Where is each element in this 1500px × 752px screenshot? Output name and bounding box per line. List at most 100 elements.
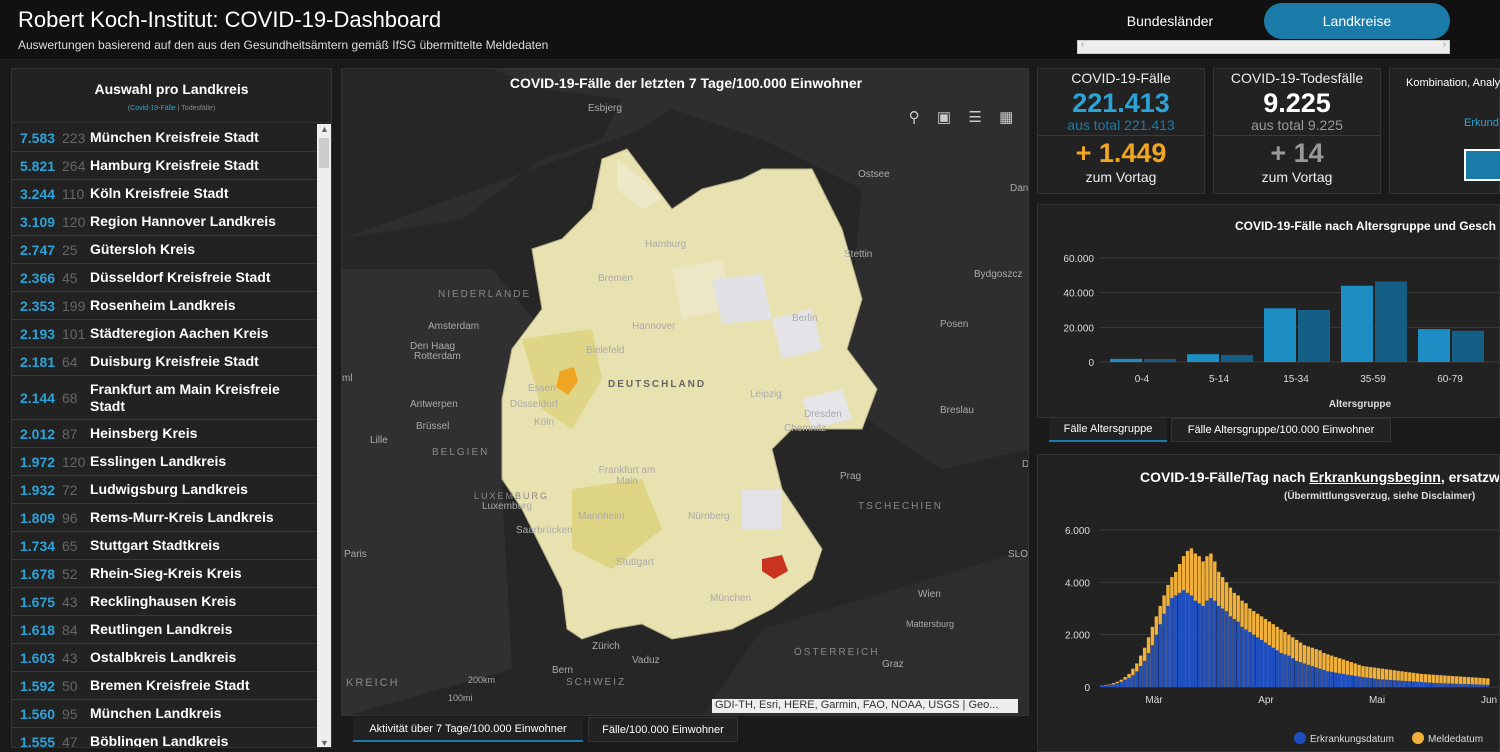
scroll-up-icon[interactable]: ▲ <box>320 124 329 134</box>
list-item-deaths: 45 <box>62 269 78 286</box>
list-item[interactable]: 2.181 64 Duisburg Kreisfreie Stadt <box>12 348 317 376</box>
list-item[interactable]: 2.144 68 Frankfurt am Main Kreisfreie Stad… <box>12 376 317 420</box>
map-scale-mi: 100mi <box>448 693 473 703</box>
horizontal-scrollbar[interactable]: ‹ › <box>1077 39 1450 54</box>
search-icon[interactable]: ⚲ <box>909 108 920 126</box>
list-item-cases: 5.821 <box>20 157 56 174</box>
list-item-deaths: 52 <box>62 565 78 582</box>
bar-erkrankungsdatum <box>1162 613 1166 687</box>
list-item[interactable]: 1.555 47 Böblingen Landkreis <box>12 728 317 748</box>
list-item-cases: 3.109 <box>20 213 56 230</box>
map-label: Mannheim <box>578 511 625 522</box>
list-item-deaths: 72 <box>62 481 78 498</box>
list-item[interactable]: 1.734 65 Stuttgart Stadtkreis <box>12 532 317 560</box>
bar-erkrankungsdatum <box>1111 684 1116 687</box>
list-item-name: Esslingen Landkreis <box>90 453 227 469</box>
deaths-value: 9.225 <box>1263 88 1331 118</box>
list-item[interactable]: 2.012 87 Heinsberg Kreis <box>12 420 317 448</box>
list-scrollbar[interactable]: ▲ ▼ <box>317 124 331 747</box>
list-item-cases: 1.603 <box>20 649 56 666</box>
tab-map-cases[interactable]: Fälle/100.000 Einwohner <box>588 717 738 742</box>
legend-label: Meldedatum <box>1428 734 1483 745</box>
list-item-deaths: 264 <box>62 157 86 174</box>
list-item-cases: 1.809 <box>20 509 56 526</box>
scroll-left-icon[interactable]: ‹ <box>1081 39 1084 50</box>
bar-erkrankungsdatum <box>1259 639 1264 687</box>
list-item-name: Hamburg Kreisfreie Stadt <box>90 157 259 173</box>
list-item-deaths: 47 <box>62 733 78 748</box>
map-label: Dan <box>1010 183 1029 194</box>
map-label: Bielefeld <box>586 345 625 356</box>
map-label: Bern <box>552 665 574 676</box>
y-tick-label: 40.000 <box>1063 289 1094 300</box>
scroll-right-icon[interactable]: › <box>1443 39 1446 50</box>
list-item-deaths: 87 <box>62 425 78 442</box>
tab-bundeslaender[interactable]: Bundesländer <box>1085 4 1255 38</box>
list-item-cases: 2.181 <box>20 353 56 370</box>
bar-erkrankungsdatum <box>1345 674 1350 687</box>
list-item[interactable]: 2.193 101 Städteregion Aachen Kreis <box>12 320 317 348</box>
list-item-deaths: 64 <box>62 353 78 370</box>
list-item-name: Ostalbkreis Landkreis <box>90 649 237 665</box>
x-tick-label: Apr <box>1258 695 1274 706</box>
map-scale-km: 200km <box>468 675 496 685</box>
list-item[interactable]: 2.353 199 Rosenheim Landkreis <box>12 292 317 320</box>
list-item[interactable]: 7.583 223 München Kreisfreie Stadt <box>12 124 317 152</box>
list-item[interactable]: 1.592 50 Bremen Kreisfreie Stadt <box>12 672 317 700</box>
list-icon[interactable]: ☰ <box>968 108 981 126</box>
list-item[interactable]: 1.809 96 Rems-Murr-Kreis Landkreis <box>12 504 317 532</box>
map-panel[interactable]: COVID-19-Fälle der letzten 7 Tage/100.00… <box>341 68 1029 716</box>
map-label: ml <box>342 373 353 384</box>
bar-erkrankungsdatum <box>1412 681 1416 687</box>
list-item[interactable]: 1.560 95 München Landkreis <box>12 700 317 728</box>
tab-age-group[interactable]: Fälle Altersgruppe <box>1049 418 1167 442</box>
bar-erkrankungsdatum <box>1224 611 1229 687</box>
list-item-cases: 1.678 <box>20 565 56 582</box>
bar <box>1221 355 1253 362</box>
list-item[interactable]: 1.972 120 Esslingen Landkreis <box>12 448 317 476</box>
bar-erkrankungsdatum <box>1454 683 1459 687</box>
bar-erkrankungsdatum <box>1408 681 1412 687</box>
list-item-cases: 2.747 <box>20 241 56 258</box>
list-item[interactable]: 2.366 45 Düsseldorf Kreisfreie Stadt <box>12 264 317 292</box>
list-item[interactable]: 5.821 264 Hamburg Kreisfreie Stadt <box>12 152 317 180</box>
y-tick-label: 0 <box>1088 358 1094 369</box>
bar-erkrankungsdatum <box>1306 664 1311 687</box>
x-tick-label: 60-79 <box>1437 374 1463 385</box>
combo-logo-icon[interactable] <box>1464 149 1500 181</box>
tab-map-activity[interactable]: Aktivität über 7 Tage/100.000 Einwohner <box>353 717 583 742</box>
bar-erkrankungsdatum <box>1451 683 1455 687</box>
combo-link[interactable]: Erkund <box>1464 117 1499 129</box>
tab-landkreise[interactable]: Landkreise <box>1264 3 1450 39</box>
list-item[interactable]: 2.747 25 Gütersloh Kreis <box>12 236 317 264</box>
deaths-delta: + 14 <box>1270 138 1324 168</box>
landkreis-list-panel: Auswahl pro Landkreis (Covid-19-Fälle | … <box>11 68 332 748</box>
bar-erkrankungsdatum <box>1185 592 1190 687</box>
bar-erkrankungsdatum <box>1209 598 1213 687</box>
list-item[interactable]: 1.675 43 Recklinghausen Kreis <box>12 588 317 616</box>
tab-age-group-rate[interactable]: Fälle Altersgruppe/100.000 Einwohner <box>1171 418 1391 442</box>
list-item[interactable]: 1.618 84 Reutlingen Landkreis <box>12 616 317 644</box>
bar <box>1298 310 1330 362</box>
qr-icon[interactable]: ▦ <box>999 108 1013 126</box>
bookmark-icon[interactable]: ▣ <box>937 108 951 126</box>
map-label: Brüssel <box>416 421 450 432</box>
list-item[interactable]: 3.109 120 Region Hannover Landkreis <box>12 208 317 236</box>
scroll-thumb[interactable] <box>319 138 329 168</box>
list-item[interactable]: 3.244 110 Köln Kreisfreie Stadt <box>12 180 317 208</box>
map-label: Prag <box>840 471 862 482</box>
bar-erkrankungsdatum <box>1396 680 1400 687</box>
list-item-deaths: 68 <box>62 389 78 406</box>
bar-erkrankungsdatum <box>1287 655 1291 687</box>
list-item[interactable]: 1.603 43 Ostalbkreis Landkreis <box>12 644 317 672</box>
y-tick-label: 2.000 <box>1065 631 1090 642</box>
list-item[interactable]: 1.678 52 Rhein-Sieg-Kreis Kreis <box>12 560 317 588</box>
bar <box>1375 281 1407 362</box>
map-attribution[interactable]: GDI-TH, Esri, HERE, Garmin, FAO, NOAA, U… <box>712 699 1018 713</box>
list-item[interactable]: 1.932 72 Ludwigsburg Landkreis <box>12 476 317 504</box>
x-tick-label: 15-34 <box>1283 374 1309 385</box>
y-tick-label: 20.000 <box>1063 323 1094 334</box>
map-label: Essen <box>528 383 556 394</box>
bar-erkrankungsdatum <box>1252 634 1256 687</box>
scroll-down-icon[interactable]: ▼ <box>320 738 329 747</box>
